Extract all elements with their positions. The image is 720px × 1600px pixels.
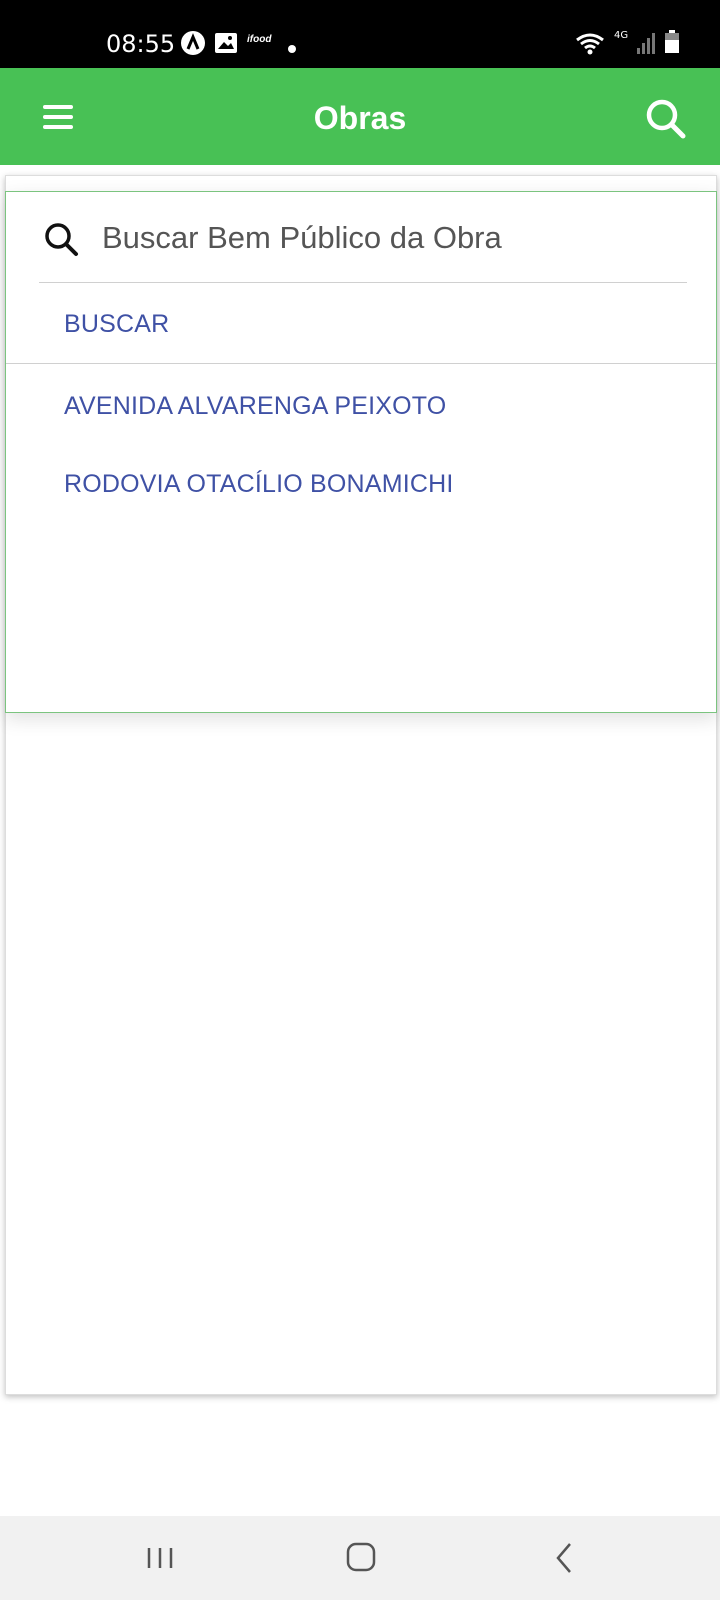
page-title: Obras: [313, 100, 407, 136]
search-input[interactable]: [102, 212, 682, 264]
dot-icon: [288, 40, 296, 58]
search-panel: BUSCAR AVENIDA ALVARENGA PEIXOTO RODOVIA…: [5, 191, 717, 713]
list-item[interactable]: RODOVIA OTACÍLIO BONAMICHI: [64, 470, 454, 499]
network-label: 4G: [614, 30, 629, 41]
buscar-action[interactable]: BUSCAR: [64, 310, 169, 339]
recent-apps-button[interactable]: [136, 1536, 184, 1580]
app-a-icon: [180, 30, 206, 61]
app-bar: Obras: [0, 68, 720, 165]
search-row: [6, 192, 716, 284]
back-button[interactable]: [540, 1536, 588, 1580]
status-time: 08:55: [106, 30, 176, 58]
home-icon: [346, 1542, 376, 1572]
search-button[interactable]: [644, 97, 688, 141]
search-icon: [42, 220, 82, 260]
search-icon: [646, 99, 686, 139]
wifi-icon: [575, 32, 605, 61]
list-item[interactable]: AVENIDA ALVARENGA PEIXOTO: [64, 392, 446, 421]
signal-icon: [636, 32, 656, 59]
system-nav-bar: [0, 1516, 720, 1600]
divider: [6, 363, 716, 364]
ifood-text: ifood: [247, 34, 272, 45]
recent-apps-icon: [147, 1548, 173, 1568]
ifood-icon: ifood: [247, 34, 271, 45]
search-underline: [39, 282, 687, 283]
battery-icon: [664, 30, 680, 59]
status-bar: 08:55 ifood 4G: [0, 0, 720, 68]
image-icon: [214, 32, 238, 59]
home-button[interactable]: [338, 1536, 386, 1580]
back-icon: [556, 1543, 571, 1573]
